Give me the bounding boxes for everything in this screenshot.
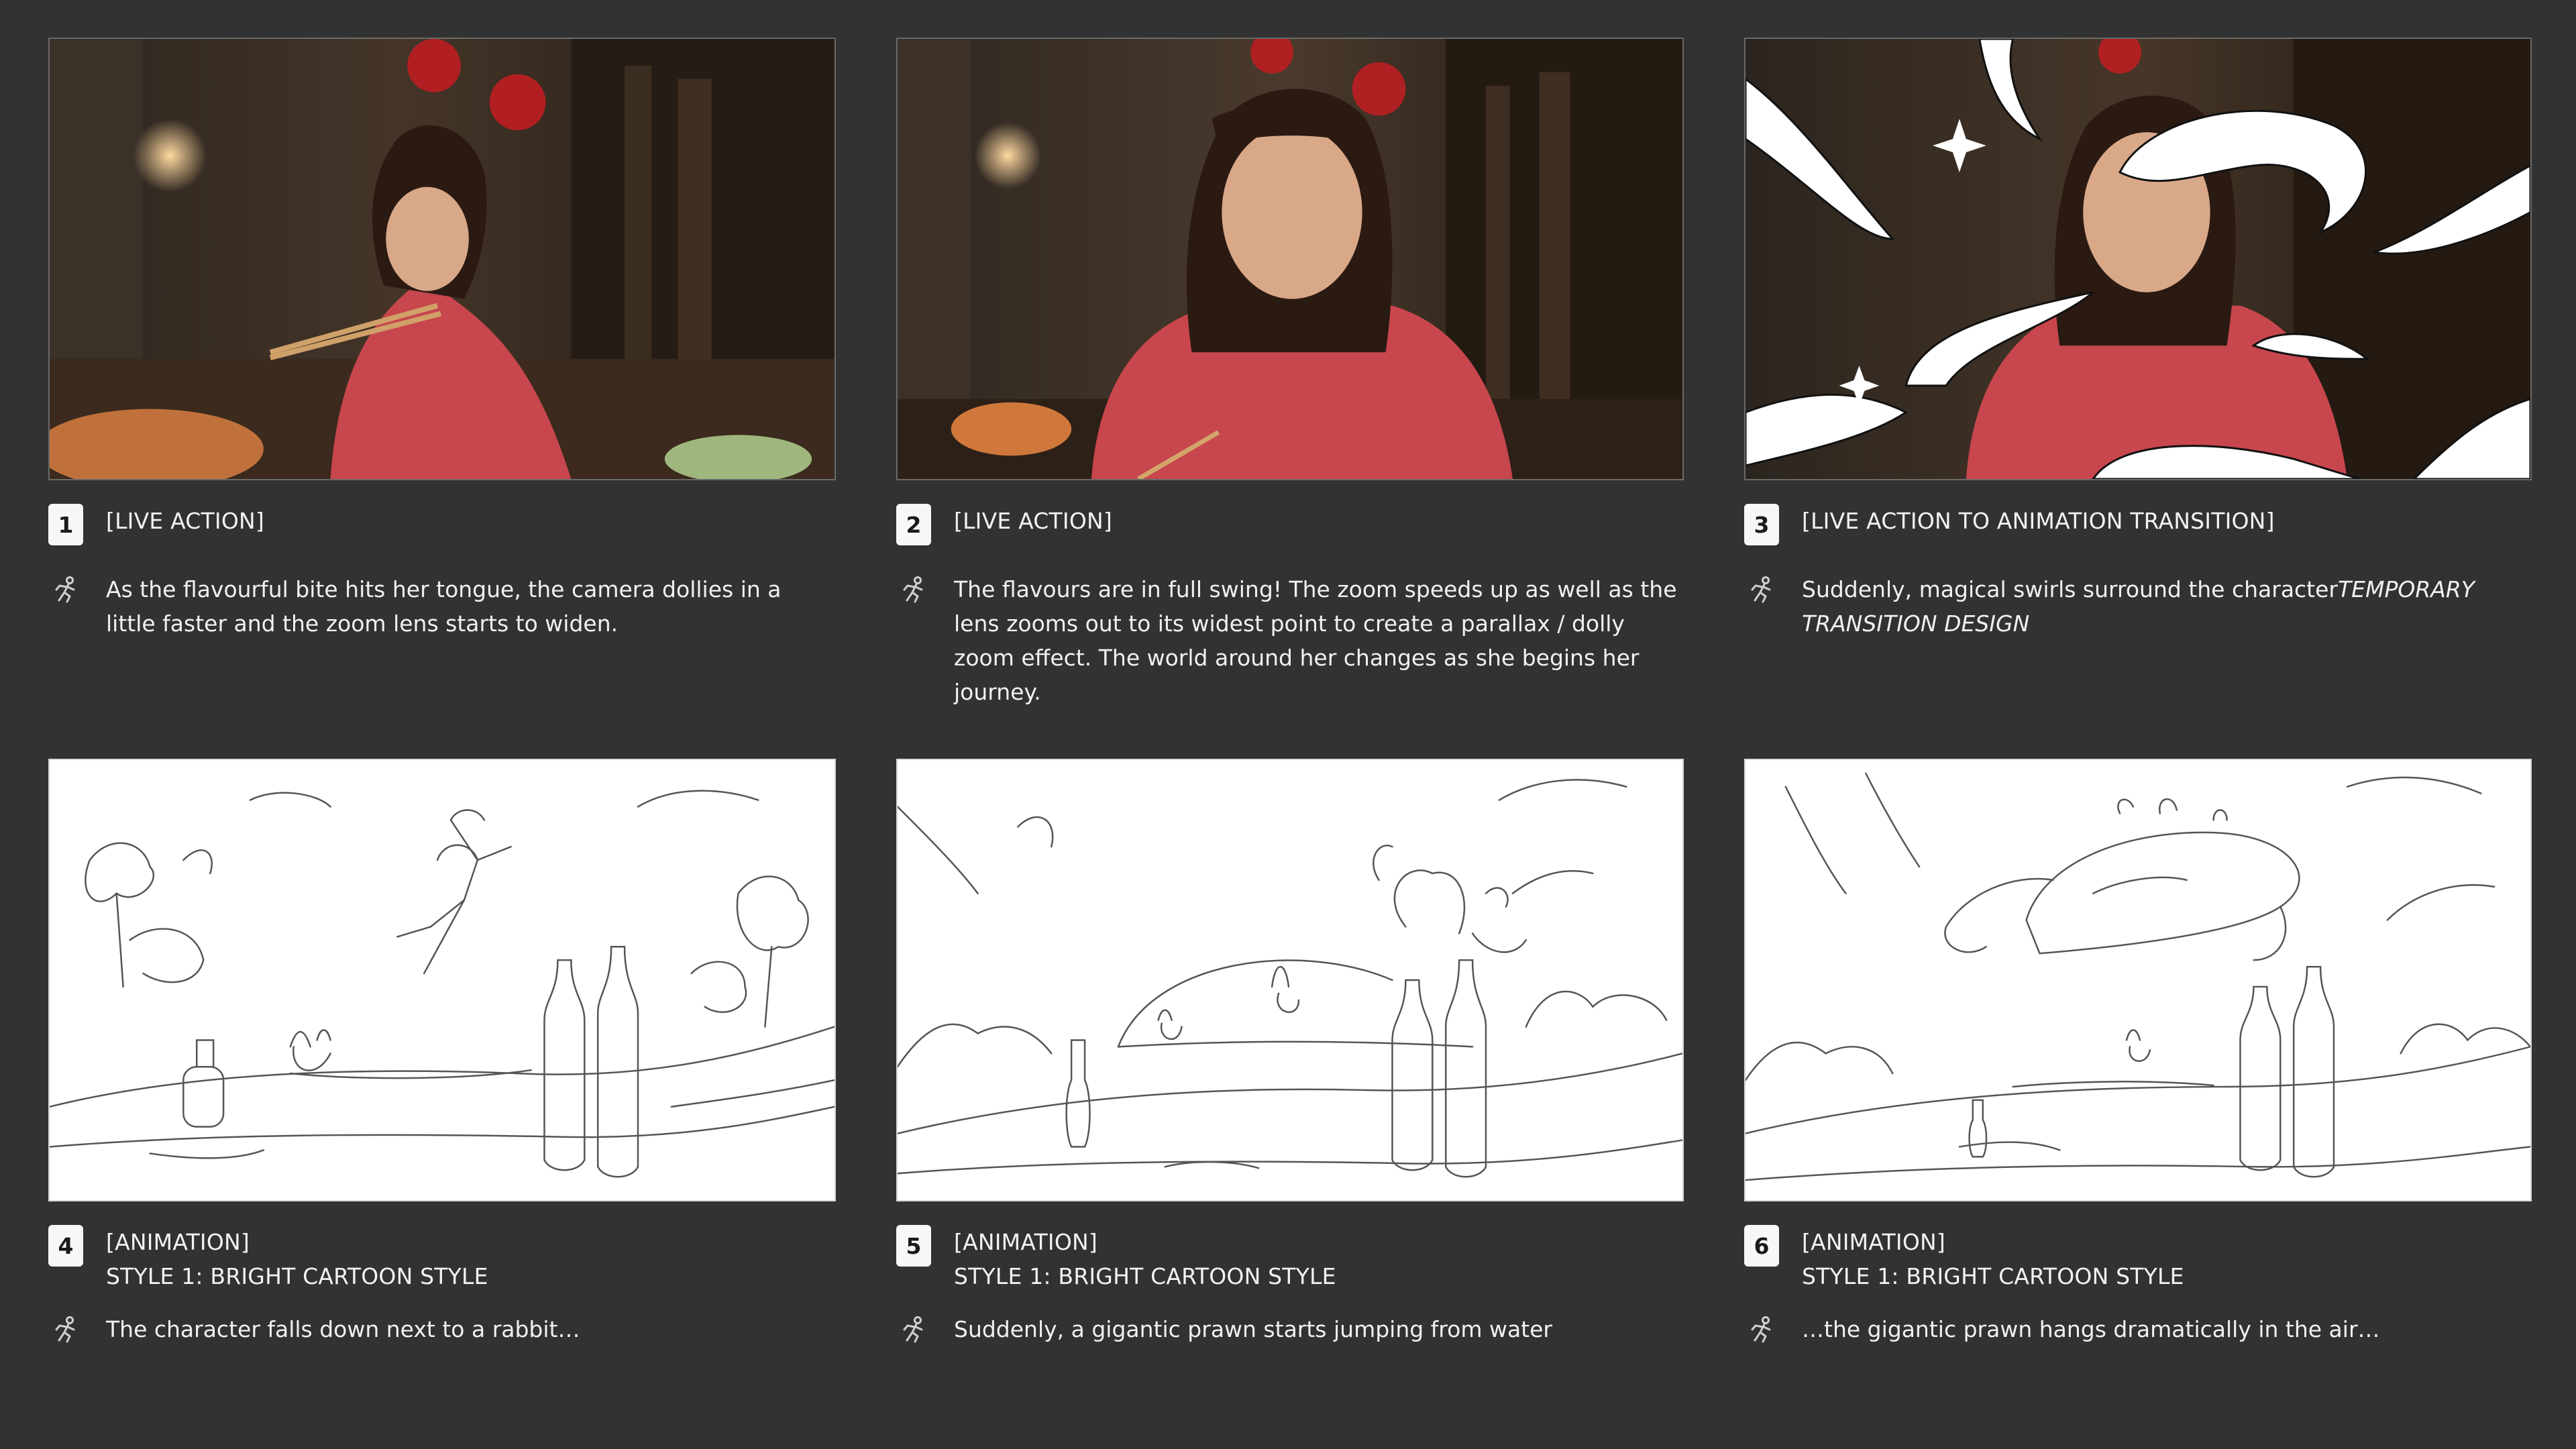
- style-label: STYLE 1: BRIGHT CARTOON STYLE: [954, 1263, 1336, 1289]
- style-label: STYLE 1: BRIGHT CARTOON STYLE: [106, 1263, 488, 1289]
- shot-type-label: [LIVE ACTION]: [954, 508, 1112, 534]
- frame-1-image[interactable]: [48, 38, 836, 480]
- frame-number-badge: 4: [48, 1225, 83, 1267]
- storyboard-frame-3: 3 [LIVE ACTION TO ANIMATION TRANSITION] …: [1744, 38, 2532, 637]
- storyboard-frame-6: 6 [ANIMATION] STYLE 1: BRIGHT CARTOON ST…: [1744, 759, 2532, 1343]
- frame-2-image[interactable]: [896, 38, 1684, 480]
- style-label: STYLE 1: BRIGHT CARTOON STYLE: [1802, 1263, 2184, 1289]
- frame-description: Suddenly, magical swirls surround the ch…: [1802, 576, 2475, 637]
- frame-4-image[interactable]: [48, 759, 836, 1201]
- frame-description: …the gigantic prawn hangs dramatically i…: [1802, 1316, 2380, 1342]
- frame-description: As the flavourful bite hits her tongue, …: [106, 576, 782, 637]
- storyboard-frame-5: 5 [ANIMATION] STYLE 1: BRIGHT CARTOON ST…: [896, 759, 1684, 1343]
- frame-number-badge: 6: [1744, 1225, 1779, 1267]
- storyboard-frame-4: 4 [ANIMATION] STYLE 1: BRIGHT CARTOON ST…: [48, 759, 836, 1343]
- frame-description: Suddenly, a gigantic prawn starts jumpin…: [954, 1316, 1552, 1342]
- frame-number-badge: 1: [48, 504, 83, 545]
- frame-3-image[interactable]: [1744, 38, 2532, 480]
- storyboard-frame-2: 2 [LIVE ACTION] The flavours are in full…: [896, 38, 1684, 705]
- frame-6-image[interactable]: [1744, 759, 2532, 1201]
- frame-5-image[interactable]: [896, 759, 1684, 1201]
- storyboard-frame-1: 1 [LIVE ACTION] As the flavourful bite h…: [48, 38, 836, 637]
- running-figure-icon: [896, 1312, 931, 1347]
- running-figure-icon: [48, 1312, 83, 1347]
- running-figure-icon: [1744, 572, 1779, 607]
- frame-number-badge: 3: [1744, 504, 1779, 545]
- frame-number-badge: 5: [896, 1225, 931, 1267]
- shot-type-label: [ANIMATION] STYLE 1: BRIGHT CARTOON STYL…: [106, 1225, 488, 1293]
- shot-type-label: [ANIMATION] STYLE 1: BRIGHT CARTOON STYL…: [1802, 1225, 2184, 1293]
- frame-description: The character falls down next to a rabbi…: [106, 1316, 580, 1342]
- shot-type-label: [LIVE ACTION]: [106, 508, 264, 534]
- shot-type-label: [LIVE ACTION TO ANIMATION TRANSITION]: [1802, 508, 2275, 534]
- running-figure-icon: [1744, 1312, 1779, 1347]
- running-figure-icon: [48, 572, 83, 607]
- running-figure-icon: [896, 572, 931, 607]
- frame-description: The flavours are in full swing! The zoom…: [954, 576, 1677, 705]
- shot-type-label: [ANIMATION] STYLE 1: BRIGHT CARTOON STYL…: [954, 1225, 1336, 1293]
- frame-number-badge: 2: [896, 504, 931, 545]
